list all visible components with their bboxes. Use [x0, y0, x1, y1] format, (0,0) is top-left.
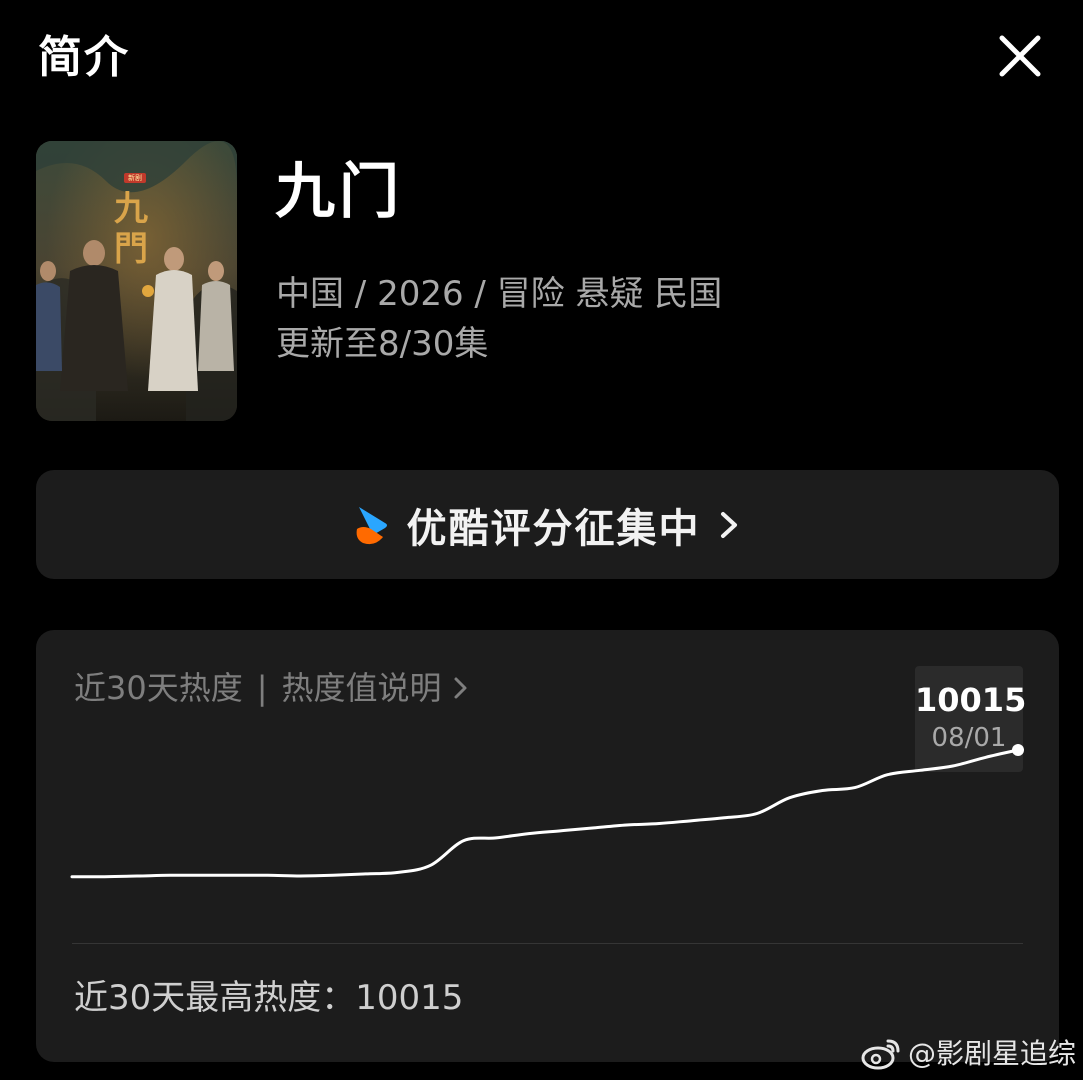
heat-data-point [788, 796, 791, 799]
poster-title-text: 九門 [114, 189, 148, 269]
heat-data-point [364, 872, 367, 875]
heat-latest-point [1012, 744, 1024, 756]
heat-data-point [299, 875, 302, 878]
heat-data-point [723, 816, 726, 819]
heat-data-point [690, 819, 693, 822]
heat-data-point [658, 822, 661, 825]
rating-label: 优酷评分征集中 [406, 505, 701, 552]
poster-badge: 新剧 [128, 174, 142, 182]
heat-data-point [919, 769, 922, 772]
heat-data-point [495, 836, 498, 839]
heat-data-point [201, 874, 204, 877]
heat-data-point [592, 826, 595, 829]
heat-data-point [527, 832, 530, 835]
heat-data-point [234, 874, 237, 877]
heat-data-point [332, 874, 335, 877]
divider [72, 943, 1023, 944]
heat-data-point [103, 875, 106, 878]
chevron-right-icon [720, 511, 737, 538]
close-button[interactable] [994, 30, 1046, 82]
heat-series-line [70, 748, 1020, 879]
weibo-icon [861, 1039, 900, 1070]
heat-card: 近30天热度 | 热度值说明 10015 08/01 近30天最高热度：1001… [36, 630, 1059, 1062]
close-icon [999, 35, 1041, 77]
show-meta: 中国 / 2026 / 冒险 悬疑 民国 [276, 274, 723, 314]
watermark-text: @影剧星追综 [908, 1037, 1077, 1070]
heat-line-chart [70, 744, 1024, 879]
heat-data-point [756, 812, 759, 815]
heat-data-point [886, 773, 889, 776]
youku-logo-icon [356, 506, 387, 544]
heat-data-point [71, 875, 74, 878]
heat-data-point [984, 756, 987, 759]
heat-data-point [168, 874, 171, 877]
heat-data-point [821, 789, 824, 792]
rating-card[interactable]: 优酷评分征集中 [36, 470, 1059, 579]
heat-data-point [136, 875, 139, 878]
watermark: @影剧星追综 [860, 1035, 1076, 1073]
show-title: 九门 [275, 157, 403, 227]
heat-data-point [266, 874, 269, 877]
heat-data-point [397, 871, 400, 874]
heat-data-point [462, 839, 465, 842]
heat-data-point [560, 829, 563, 832]
page-title: 简介 [38, 32, 130, 83]
heat-data-point [625, 824, 628, 827]
heat-data-point [853, 786, 856, 789]
heat-data-point [429, 864, 432, 867]
episode-status: 更新至8/30集 [276, 324, 489, 364]
heat-peak-summary: 近30天最高热度：10015 [74, 978, 464, 1018]
heat-data-point [951, 765, 954, 768]
poster-image[interactable]: 九門 新剧 [36, 141, 237, 421]
